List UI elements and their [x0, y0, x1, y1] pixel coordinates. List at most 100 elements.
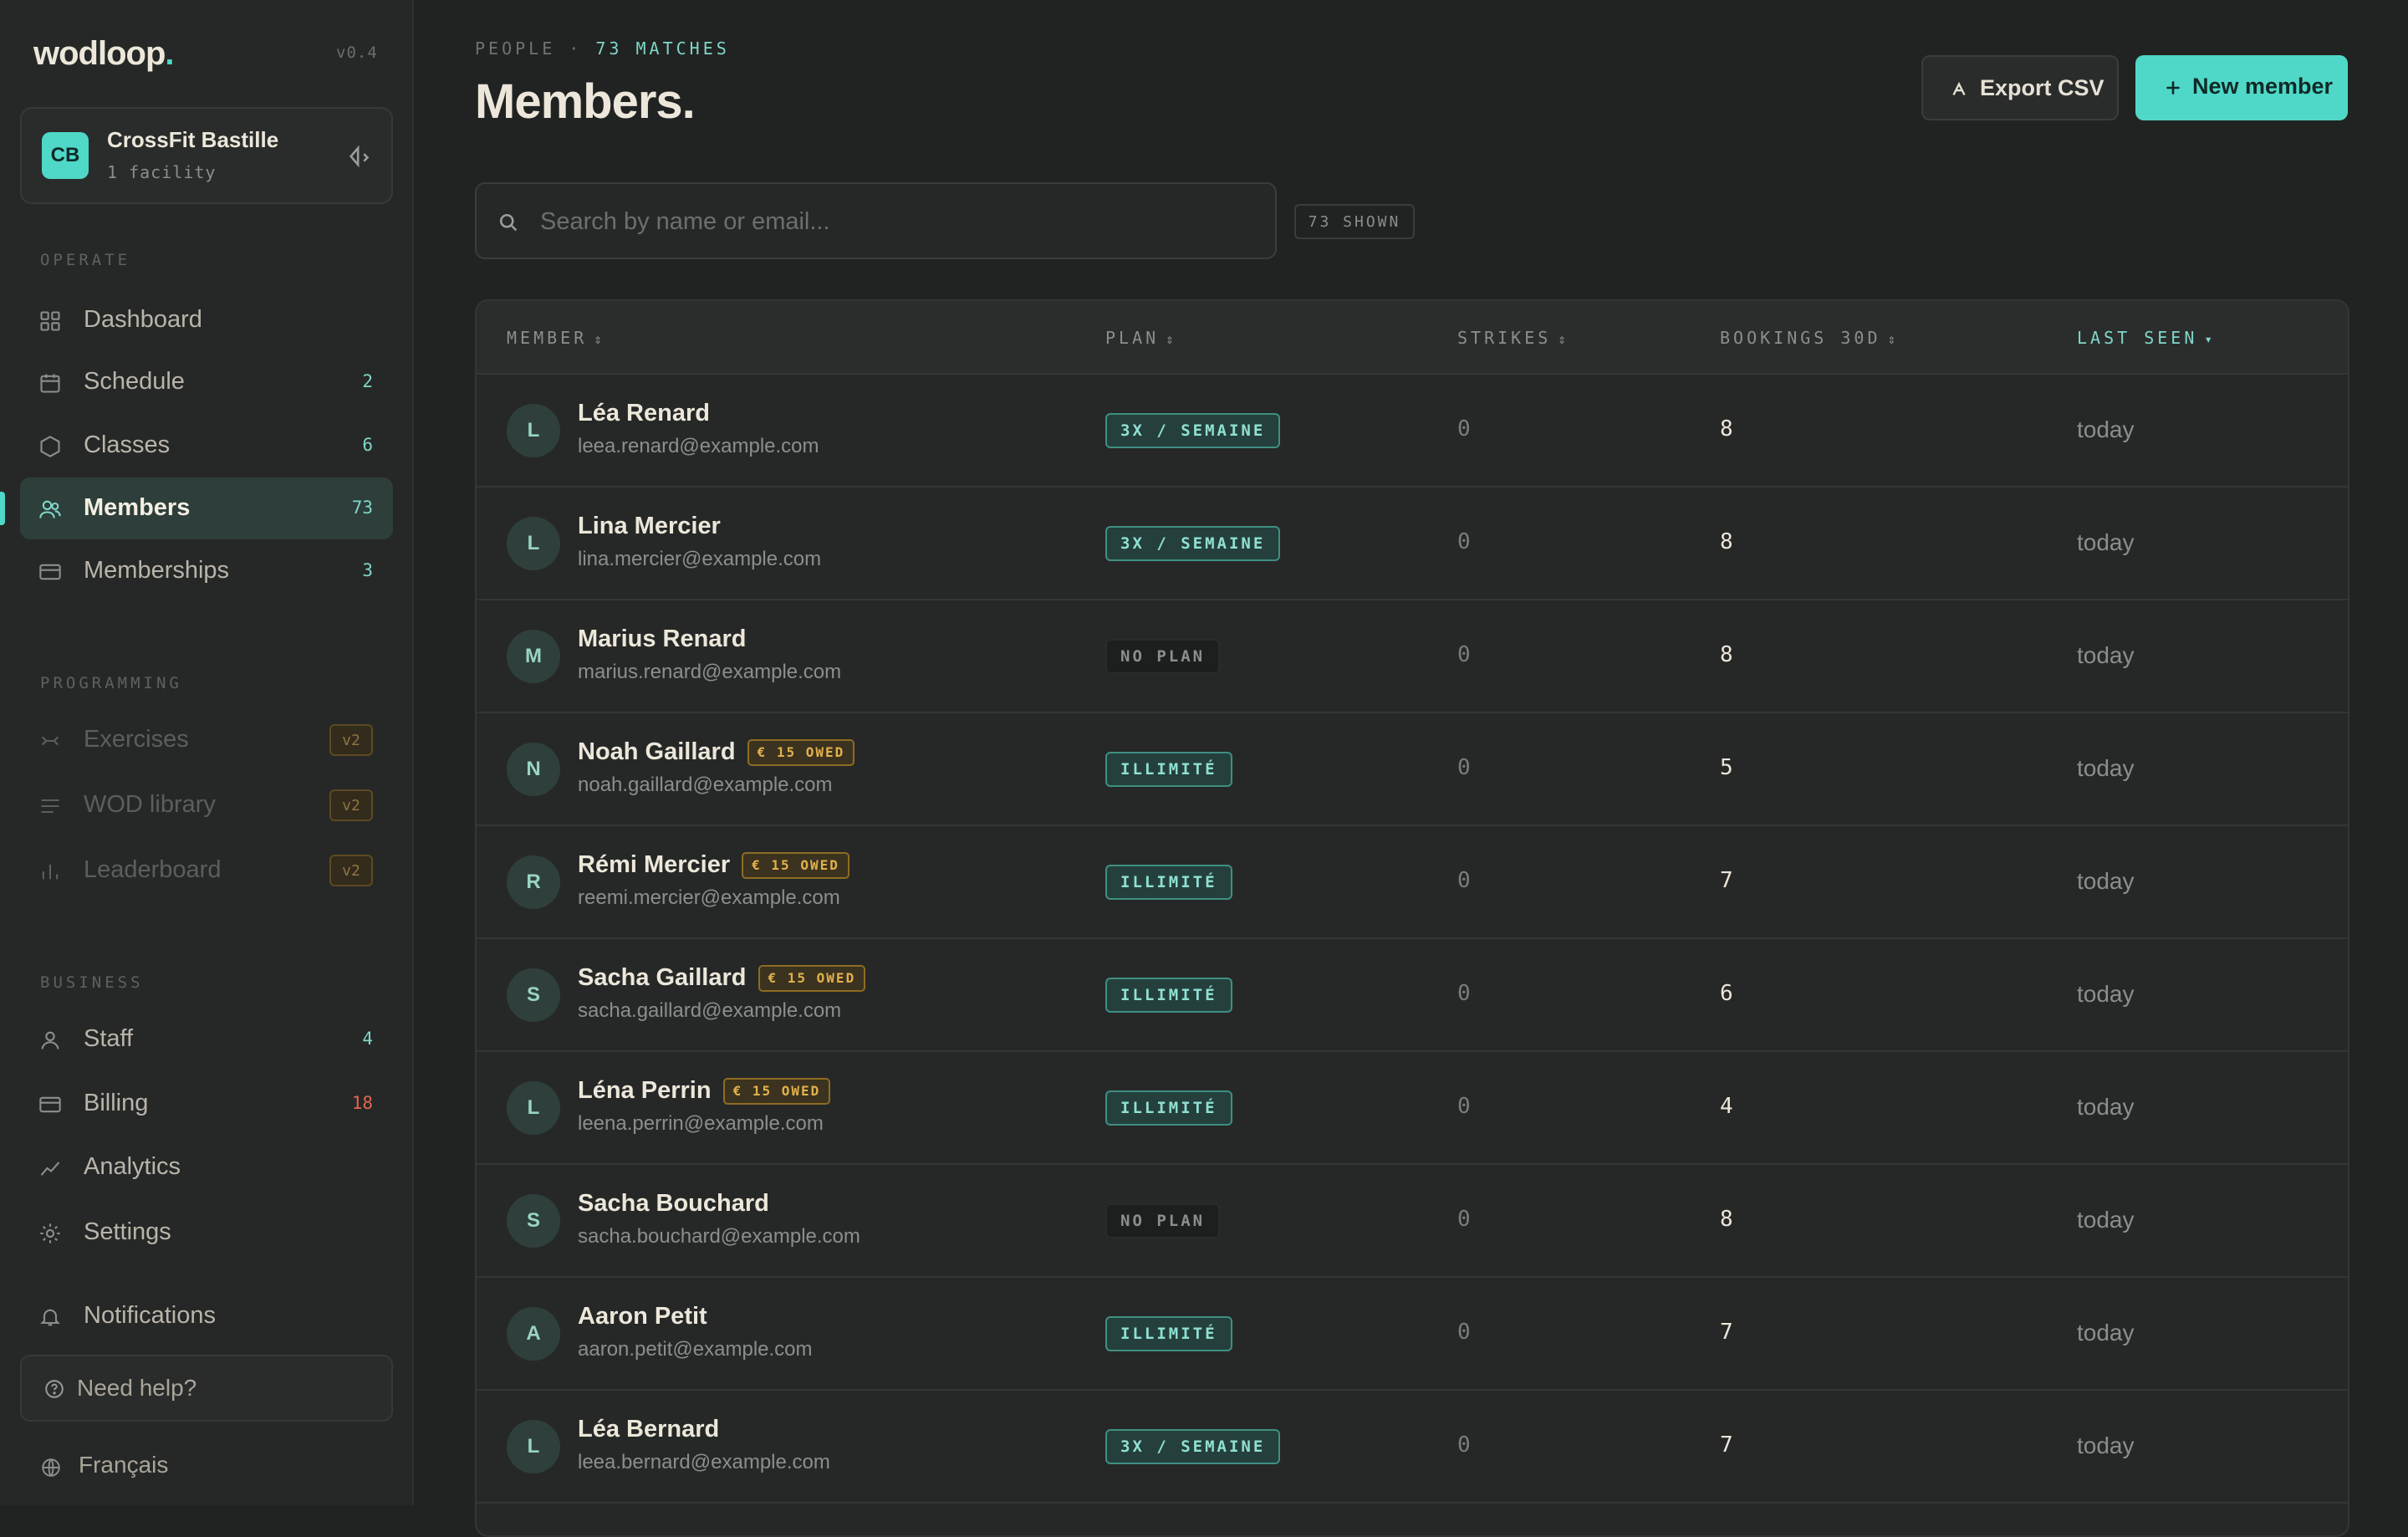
column-header-last-seen[interactable]: LAST SEEN ▾	[2077, 328, 2212, 348]
bookings-value: 4	[1720, 1094, 1733, 1119]
avatar: R	[507, 855, 560, 909]
avatar: L	[507, 1081, 560, 1135]
nav-count-badge: 4	[362, 1029, 373, 1049]
table-row[interactable]: L Léna Perrin € 15 OWED leena.perrin@exampl…	[477, 1052, 2348, 1165]
org-switcher[interactable]: CB CrossFit Bastille 1 facility	[20, 107, 393, 204]
column-header-member[interactable]: MEMBER ⇕	[507, 328, 602, 348]
dumbbell-icon	[41, 736, 59, 746]
member-name[interactable]: Rémi Mercier	[578, 851, 730, 879]
column-header-strikes[interactable]: STRIKES ⇕	[1457, 328, 1566, 348]
plan-badge: 3X / SEMAINE	[1105, 413, 1281, 448]
version-badge: v2	[329, 724, 373, 756]
table-row[interactable]: N Noah Gaillard € 15 OWED noah.gaillard@exa…	[477, 713, 2348, 826]
nav-item-billing[interactable]: Billing 18	[20, 1073, 393, 1135]
member-email: aaron.petit@example.com	[578, 1338, 813, 1361]
nav-item-label: Staff	[84, 1025, 134, 1052]
table-row[interactable]: L Léa Bernard leea.bernard@example.com 3X /…	[477, 1391, 2348, 1504]
nav-item-exercises[interactable]: Exercises v2	[20, 709, 393, 771]
last-seen-value: today	[2077, 1094, 2135, 1120]
column-header-bookings[interactable]: BOOKINGS 30D ⇕	[1720, 328, 1895, 348]
users-icon	[39, 500, 61, 518]
nav-item-dashboard[interactable]: Dashboard	[20, 289, 393, 351]
member-name[interactable]: Sacha Bouchard	[578, 1190, 769, 1218]
globe-icon	[42, 1458, 60, 1477]
nav-item-analytics[interactable]: Analytics	[20, 1136, 393, 1198]
sidebar: wodloop. v0.4 CB CrossFit Bastille 1 fac…	[0, 0, 414, 1505]
table-row[interactable]: L Léa Renard leea.renard@example.com 3X / S…	[477, 375, 2348, 488]
nav-item-label: WOD library	[84, 791, 216, 818]
app-version: v0.4	[336, 43, 378, 62]
owed-badge: € 15 OWED	[747, 738, 855, 766]
member-name-cell: Noah Gaillard € 15 OWED	[578, 738, 855, 766]
member-name[interactable]: Aaron Petit	[578, 1303, 707, 1330]
table-header: MEMBER ⇕ PLAN ⇕ STRIKES ⇕ BOOKINGS 30D ⇕ LAS…	[477, 301, 2348, 375]
bookings-value: 8	[1720, 529, 1733, 554]
gear-icon	[40, 1223, 60, 1243]
export-icon	[1952, 81, 1966, 96]
nav-item-schedule[interactable]: Schedule 2	[20, 351, 393, 413]
member-name-cell: Marius Renard	[578, 626, 746, 653]
sort-icon: ⇕	[1166, 331, 1174, 347]
member-email: leena.perrin@example.com	[578, 1112, 824, 1135]
table-row[interactable]: L Lina Mercier lina.mercier@example.com 3X …	[477, 488, 2348, 600]
section-label-programming: PROGRAMMING	[40, 674, 182, 692]
need-help-button[interactable]: Need help?	[20, 1355, 393, 1422]
column-label: STRIKES	[1457, 328, 1552, 348]
member-name-cell: Lina Mercier	[578, 513, 721, 540]
member-name[interactable]: Léa Renard	[578, 400, 710, 427]
strikes-value: 0	[1457, 868, 1471, 893]
search-input[interactable]	[540, 201, 1259, 243]
bar-chart-icon	[42, 864, 59, 880]
member-name[interactable]: Noah Gaillard	[578, 738, 736, 766]
nav-item-label: Notifications	[84, 1302, 216, 1329]
member-email: leea.bernard@example.com	[578, 1451, 830, 1473]
member-name[interactable]: Sacha Gaillard	[578, 964, 747, 992]
brand-dot: .	[165, 35, 174, 72]
nav-item-staff[interactable]: Staff 4	[20, 1008, 393, 1070]
last-seen-value: today	[2077, 642, 2135, 668]
table-row[interactable]: R Rémi Mercier € 15 OWED reemi.mercier@exam…	[477, 826, 2348, 939]
nav-item-wod-library[interactable]: WOD library v2	[20, 774, 393, 836]
table-row[interactable]: S Sacha Gaillard € 15 OWED sacha.gaillard@e…	[477, 939, 2348, 1052]
nav-item-members[interactable]: Members 73	[20, 477, 393, 539]
table-row[interactable]: M Marius Renard marius.renard@example.com N…	[477, 600, 2348, 713]
brand-logo[interactable]: wodloop.	[33, 35, 175, 73]
nav-item-leaderboard[interactable]: Leaderboard v2	[20, 840, 393, 901]
member-name[interactable]: Lina Mercier	[578, 513, 721, 540]
member-name[interactable]: Léa Bernard	[578, 1416, 719, 1443]
nav-item-label: Members	[84, 494, 191, 521]
nav-item-label: Exercises	[84, 726, 189, 753]
nav-item-label: Dashboard	[84, 306, 202, 333]
user-icon	[41, 1031, 59, 1049]
nav-item-label: Billing	[84, 1090, 149, 1116]
member-email: noah.gaillard@example.com	[578, 774, 833, 796]
member-name[interactable]: Léna Perrin	[578, 1077, 712, 1105]
export-csv-button[interactable]: Export CSV	[1921, 55, 2119, 120]
member-name[interactable]: Marius Renard	[578, 626, 746, 653]
column-label: PLAN	[1105, 328, 1160, 348]
nav-item-settings[interactable]: Settings	[20, 1202, 393, 1264]
column-label: MEMBER	[507, 328, 588, 348]
export-csv-label: Export CSV	[1980, 75, 2104, 100]
version-badge: v2	[329, 789, 373, 821]
collapse-sidebar-icon[interactable]	[346, 142, 375, 171]
nav-count-badge: 3	[362, 560, 373, 580]
version-badge: v2	[329, 855, 373, 886]
search-box[interactable]	[475, 182, 1277, 259]
column-header-plan[interactable]: PLAN ⇕	[1105, 328, 1174, 348]
nav-item-memberships[interactable]: Memberships 3	[20, 540, 393, 602]
breadcrumb: PEOPLE · 73 MATCHES	[475, 38, 730, 59]
new-member-button[interactable]: New member	[2135, 55, 2348, 120]
nav-item-notifications[interactable]: Notifications	[20, 1285, 393, 1347]
table-row[interactable]: S Sacha Bouchard sacha.bouchard@example.co…	[477, 1165, 2348, 1278]
owed-badge: € 15 OWED	[722, 1077, 831, 1105]
table-row[interactable]: A Aaron Petit aaron.petit@example.com ILLIM…	[477, 1278, 2348, 1391]
strikes-value: 0	[1457, 1094, 1471, 1119]
avatar: S	[507, 968, 560, 1022]
nav-item-classes[interactable]: Classes 6	[20, 415, 393, 477]
list-icon	[41, 799, 59, 814]
last-seen-value: today	[2077, 1320, 2135, 1346]
active-nav-indicator	[0, 492, 5, 525]
avatar: N	[507, 743, 560, 796]
hexagon-icon	[40, 436, 60, 457]
